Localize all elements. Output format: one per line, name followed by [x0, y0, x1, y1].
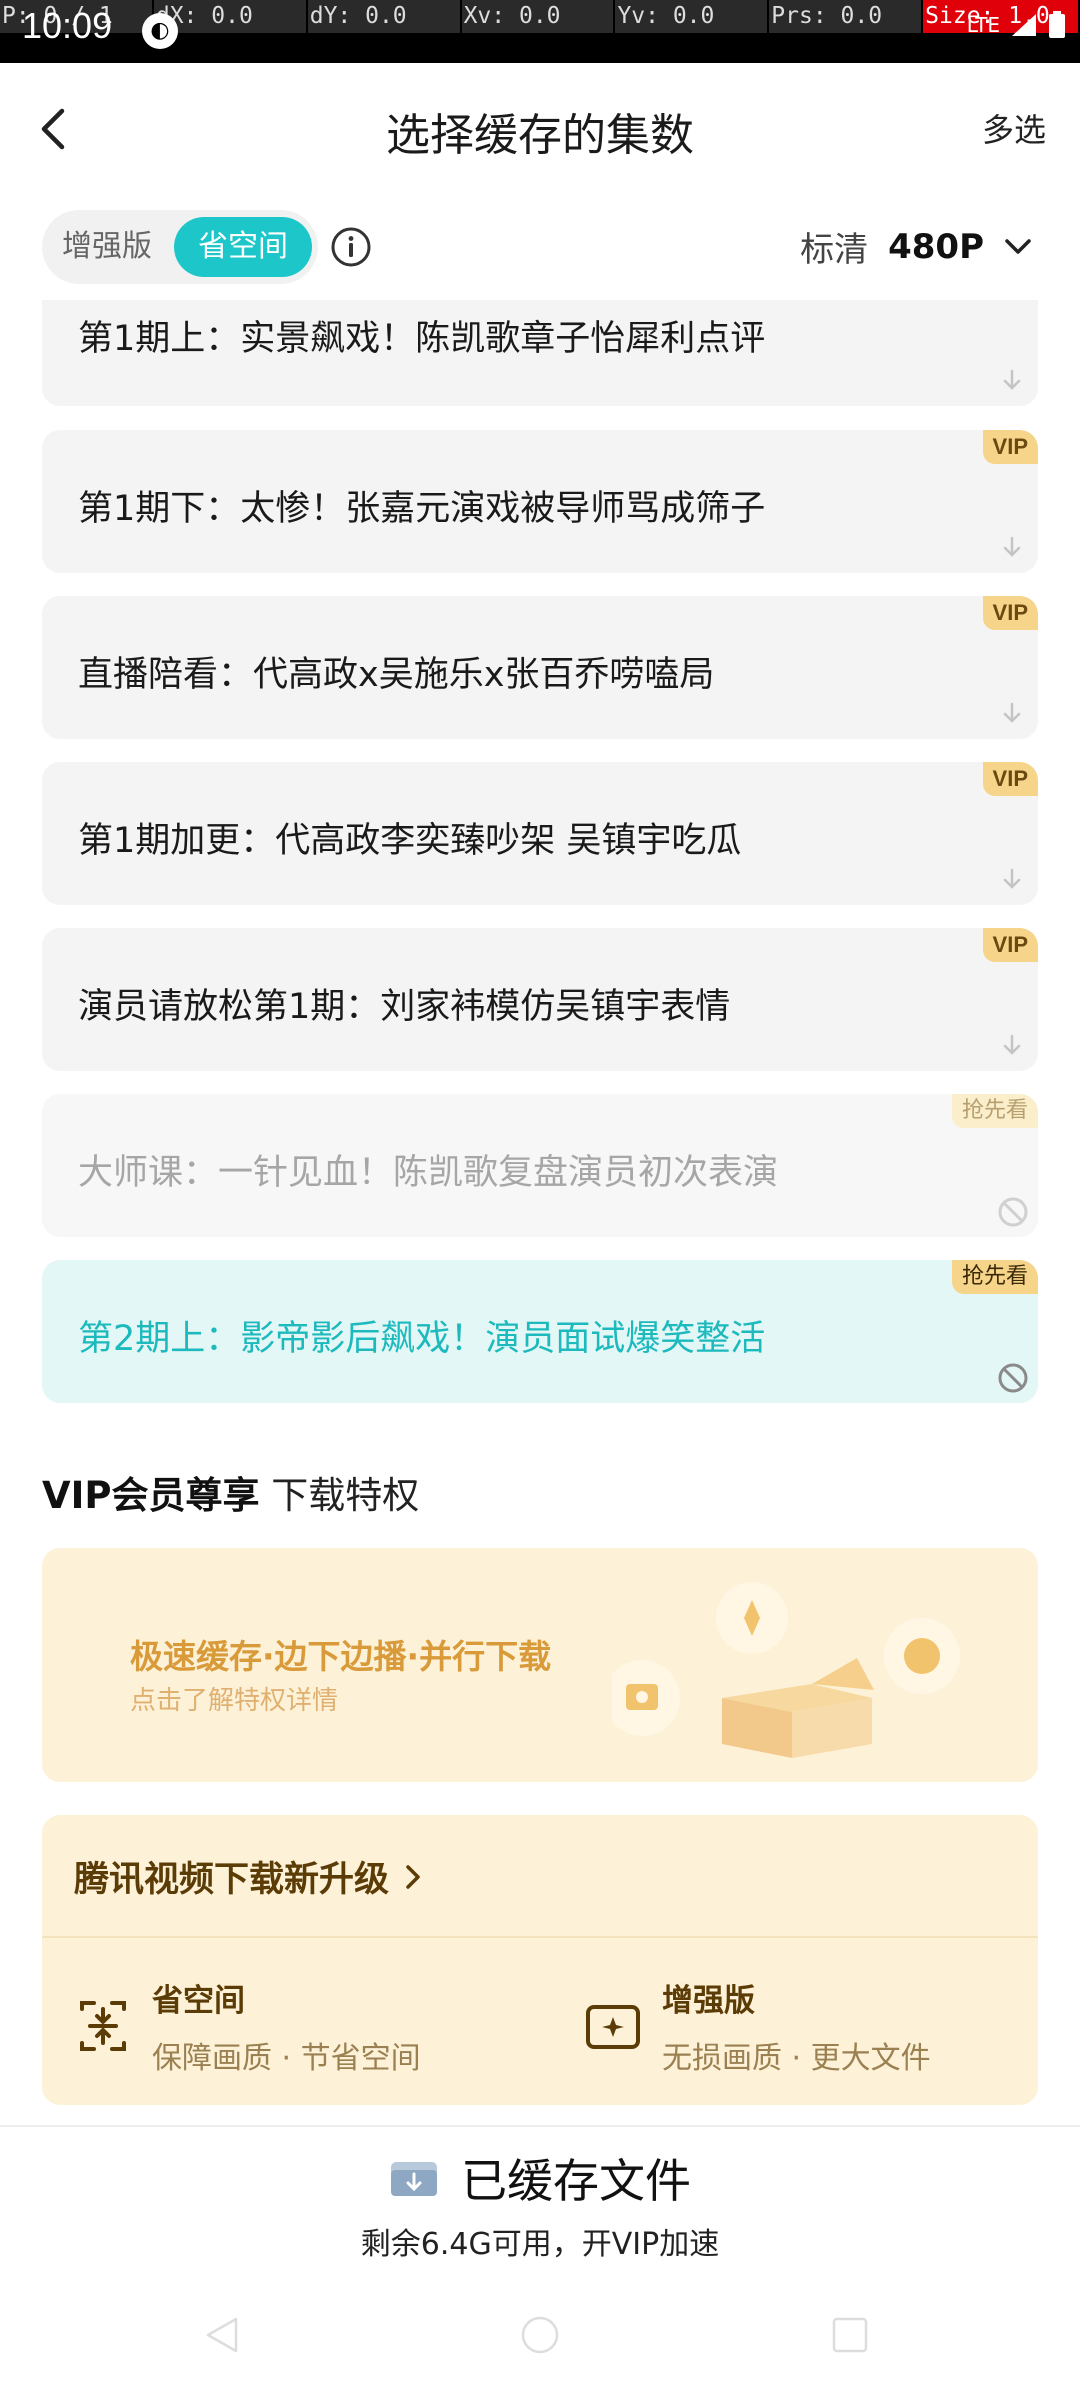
episode-title: 第2期上：影帝影后飙戏！演员面试爆笑整活 [78, 1319, 766, 1359]
overlay-xv: Xv: 0.0 [461, 0, 616, 33]
vip-badge: VIP [982, 928, 1038, 962]
vip-badge: VIP [982, 762, 1038, 796]
info-icon[interactable] [330, 226, 372, 268]
overlay-dy: dY: 0.0 [307, 0, 462, 33]
resolution-selector[interactable]: 标清 480P [800, 222, 1032, 271]
status-bar: 10:09 ◐ LTE [0, 5, 1080, 63]
compress-icon [80, 2001, 126, 2051]
system-nav-bar [0, 2285, 1080, 2400]
enhanced-icon [586, 2005, 640, 2049]
multi-select-button[interactable]: 多选 [982, 105, 1046, 151]
resolution-label: 标清 [800, 230, 869, 270]
mode-enhanced-option[interactable]: 增强版 [48, 217, 166, 277]
vip-heading-bold: VIP会员尊享 [42, 1474, 260, 1517]
gift-box-illustration [612, 1582, 960, 1758]
nav-back-icon[interactable] [200, 2313, 244, 2357]
status-time: 10:09 [22, 5, 113, 46]
upgrade-link[interactable]: 腾讯视频下载新升级 [74, 1851, 423, 1902]
unavailable-icon [998, 1197, 1028, 1227]
banner-subtitle: 点击了解特权详情 [130, 1686, 339, 1716]
feature-name: 增强版 [662, 1983, 755, 2019]
divider [42, 1936, 1038, 1938]
cached-files-panel[interactable]: 已缓存文件 剩余6.4G可用，开VIP加速 [0, 2125, 1080, 2285]
upgrade-title: 腾讯视频下载新升级 [74, 1860, 390, 1900]
network-type-label: LTE [966, 13, 1000, 37]
episode-title: 大师课：一针见血！陈凯歌复盘演员初次表演 [78, 1153, 779, 1193]
episode-item[interactable]: VIP 第1期下：太惨！张嘉元演戏被导师骂成筛子 [42, 430, 1038, 573]
vip-badge: VIP [982, 596, 1038, 630]
feature-name: 省空间 [152, 1983, 245, 2019]
download-arrow-icon [1003, 868, 1021, 889]
nav-home-icon[interactable] [518, 2313, 562, 2357]
quality-mode-switch: 增强版 省空间 [42, 210, 318, 284]
page-title: 选择缓存的集数 [386, 110, 694, 161]
episode-item[interactable]: VIP 演员请放松第1期：刘家袆模仿吴镇宇表情 [42, 928, 1038, 1071]
download-upgrade-card: 腾讯视频下载新升级 省空间 保障画质 · 节省空间 增强版 无损画质 · 更大文… [42, 1815, 1038, 2105]
episode-title: 第1期加更：代高政李奕臻吵架 吴镇宇吃瓜 [78, 821, 742, 861]
download-arrow-icon [1003, 369, 1021, 390]
overlay-yv: Yv: 0.0 [615, 0, 770, 33]
download-options-bar: 增强版 省空间 标清 480P [42, 210, 1038, 284]
episode-title: 直播陪看：代高政x吴施乐x张百乔唠嗑局 [78, 655, 715, 695]
signal-icon [1012, 14, 1036, 36]
unavailable-icon [998, 1363, 1028, 1393]
episode-title: 第1期上：实景飙戏！陈凯歌章子怡犀利点评 [78, 319, 766, 359]
cached-files-title: 已缓存文件 [461, 2154, 691, 2208]
early-access-badge: 抢先看 [951, 1094, 1038, 1128]
overlay-pressure: Prs: 0.0 [769, 0, 924, 33]
feature-desc: 无损画质 · 更大文件 [662, 2041, 931, 2076]
episode-title: 第1期下：太惨！张嘉元演戏被导师骂成筛子 [78, 489, 766, 529]
vip-badge: VIP [982, 430, 1038, 464]
vip-heading-rest: 下载特权 [271, 1474, 420, 1517]
status-icons: LTE [967, 11, 1066, 39]
download-arrow-icon [1003, 536, 1021, 557]
mode-save-space-option[interactable]: 省空间 [174, 217, 312, 277]
notification-app-icon: ◐ [142, 13, 178, 49]
episode-item[interactable]: VIP 直播陪看：代高政x吴施乐x张百乔唠嗑局 [42, 596, 1038, 739]
vip-download-banner[interactable]: 极速缓存·边下边播·并行下载 点击了解特权详情 [42, 1548, 1038, 1782]
battery-icon [1049, 11, 1065, 38]
episode-item[interactable]: VIP 第1期加更：代高政李奕臻吵架 吴镇宇吃瓜 [42, 762, 1038, 905]
page-header: 选择缓存的集数 多选 [0, 63, 1080, 193]
episode-title: 演员请放松第1期：刘家袆模仿吴镇宇表情 [78, 987, 731, 1027]
storage-remaining-text: 剩余6.4G可用，开VIP加速 [360, 2227, 720, 2262]
episode-item[interactable]: 抢先看 大师课：一针见血！陈凯歌复盘演员初次表演 [42, 1094, 1038, 1237]
resolution-value: 480P [888, 226, 984, 267]
episode-item[interactable]: 抢先看 第2期上：影帝影后飙戏！演员面试爆笑整活 [42, 1260, 1038, 1403]
early-access-badge: 抢先看 [951, 1260, 1038, 1294]
chevron-down-icon [1005, 238, 1031, 254]
banner-title: 极速缓存·边下边播·并行下载 [130, 1637, 552, 1676]
folder-download-icon [391, 2162, 437, 2196]
download-arrow-icon [1003, 702, 1021, 723]
episode-item[interactable]: 第1期上：实景飙戏！陈凯歌章子怡犀利点评 [42, 300, 1038, 406]
download-arrow-icon [1003, 1034, 1021, 1055]
feature-desc: 保障画质 · 节省空间 [152, 2041, 421, 2076]
vip-privilege-heading: VIP会员尊享 下载特权 [42, 1465, 419, 1519]
cached-files-row: 已缓存文件 [0, 2145, 1080, 2211]
chevron-right-icon [406, 1864, 420, 1889]
nav-recents-icon[interactable] [828, 2313, 872, 2357]
